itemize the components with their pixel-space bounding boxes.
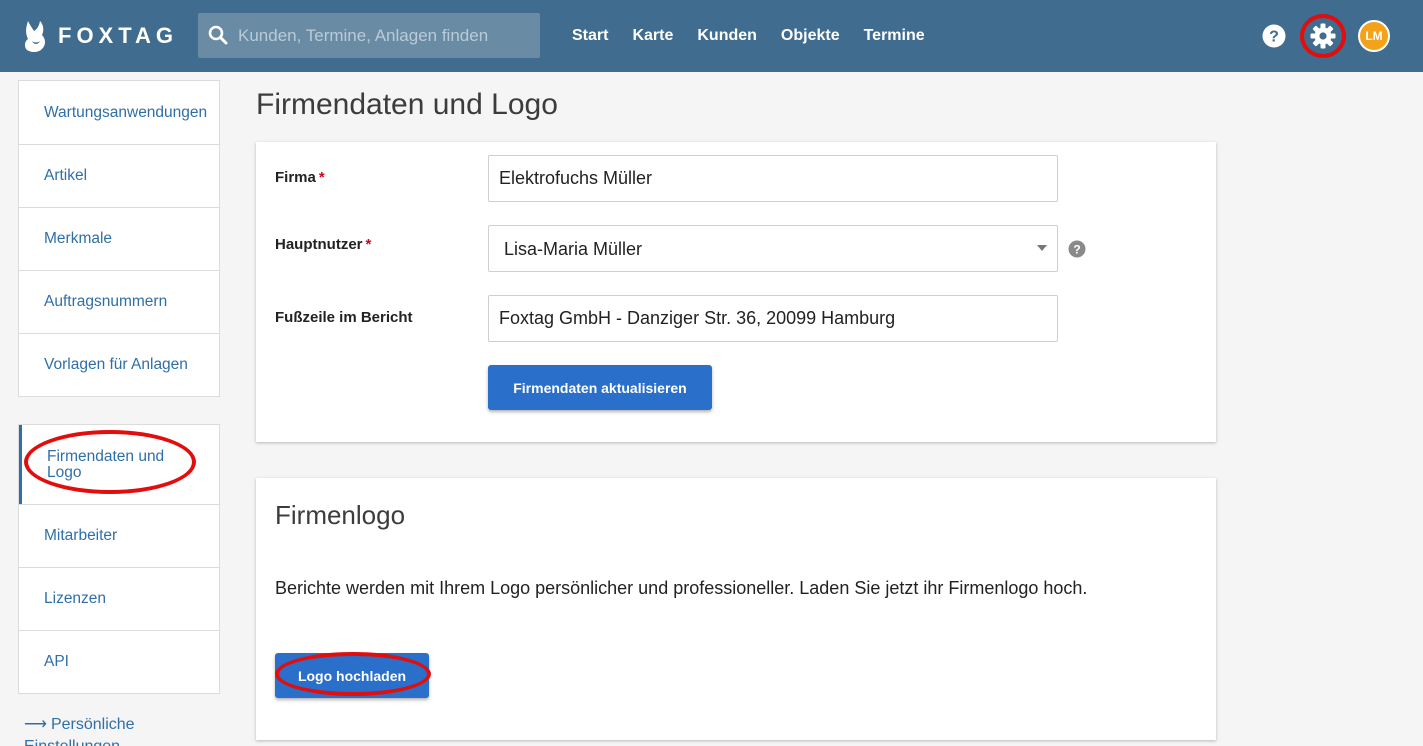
settings-button[interactable] — [1300, 14, 1346, 58]
required-marker: * — [318, 169, 325, 186]
sidebar-item-vorlagen[interactable]: Vorlagen für Anlagen — [19, 333, 219, 396]
personal-settings-link[interactable]: ⟶Persönliche Einstellungen — [24, 714, 214, 746]
firma-label: Firma * — [275, 169, 325, 186]
svg-text:?: ? — [1073, 242, 1080, 256]
logo-card-title: Firmenlogo — [275, 500, 406, 530]
nav-item-objekte[interactable]: Objekte — [769, 27, 852, 45]
annotation-ellipse-sidebar — [24, 430, 196, 494]
sidebar-item-merkmale[interactable]: Merkmale — [19, 207, 219, 270]
page-title: Firmendaten und Logo — [256, 88, 558, 121]
caret-down-icon — [1037, 245, 1047, 251]
brand-name: FOXTAG — [58, 23, 179, 48]
sidebar-item-api[interactable]: API — [19, 630, 219, 693]
top-navigation-bar: FOXTAG Start Karte Kunden Objekte Termin… — [0, 0, 1423, 72]
search-box — [198, 13, 540, 58]
question-circle-icon[interactable]: ? — [1068, 240, 1086, 258]
required-marker: * — [365, 236, 372, 253]
arrow-right-icon: ⟶ — [24, 716, 47, 733]
search-input[interactable] — [238, 13, 534, 58]
sidebar-item-auftragsnummern[interactable]: Auftragsnummern — [19, 270, 219, 333]
fusszeile-label: Fußzeile im Bericht — [275, 309, 413, 326]
hauptnutzer-selected-value: Lisa-Maria Müller — [504, 239, 643, 259]
upload-logo-button[interactable]: Logo hochladen — [275, 653, 429, 698]
brand[interactable]: FOXTAG — [22, 18, 178, 54]
search-icon — [208, 25, 228, 45]
nav-item-start[interactable]: Start — [560, 27, 620, 45]
sidebar-item-artikel[interactable]: Artikel — [19, 144, 219, 207]
sidebar-item-lizenzen[interactable]: Lizenzen — [19, 567, 219, 630]
fox-logo-icon — [24, 21, 45, 52]
avatar[interactable]: LM — [1358, 20, 1390, 52]
main-nav: Start Karte Kunden Objekte Termine — [560, 0, 937, 72]
update-company-button[interactable]: Firmendaten aktualisieren — [488, 365, 712, 410]
fusszeile-field[interactable] — [488, 295, 1058, 342]
nav-item-karte[interactable]: Karte — [620, 27, 685, 45]
sidebar-item-wartungsanwendungen[interactable]: Wartungsanwendungen — [19, 81, 219, 144]
company-logo-card: Firmenlogo Berichte werden mit Ihrem Log… — [256, 478, 1216, 740]
sidebar-item-mitarbeiter[interactable]: Mitarbeiter — [19, 504, 219, 567]
svg-text:?: ? — [1269, 29, 1279, 46]
hauptnutzer-select[interactable]: Lisa-Maria Müller — [488, 225, 1058, 272]
nav-item-kunden[interactable]: Kunden — [685, 27, 769, 45]
hauptnutzer-label: Hauptnutzer * — [275, 236, 372, 253]
sidebar-group-configuration: Wartungsanwendungen Artikel Merkmale Auf… — [18, 80, 220, 397]
company-data-card: Firma* Hauptnutzer* Lisa-Maria Müller ? … — [256, 142, 1216, 442]
annotation-circle-settings — [1300, 14, 1346, 58]
help-icon[interactable]: ? — [1262, 24, 1286, 48]
nav-item-termine[interactable]: Termine — [852, 27, 937, 45]
firma-field[interactable] — [488, 155, 1058, 202]
logo-card-description: Berichte werden mit Ihrem Logo persönlic… — [275, 578, 1088, 598]
